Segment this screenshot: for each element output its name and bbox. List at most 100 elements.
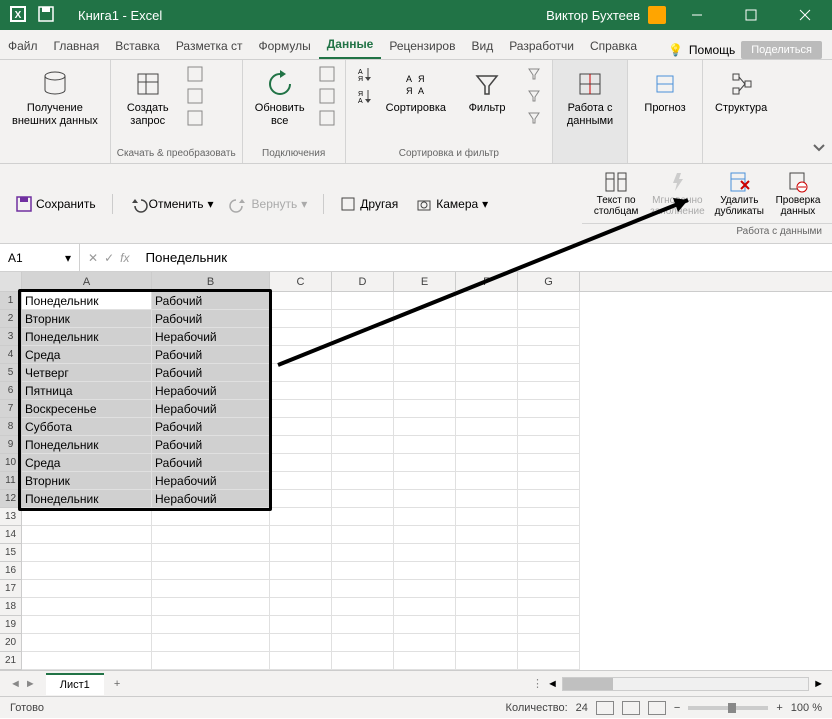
cell-F18[interactable] [456, 598, 518, 616]
cell-B17[interactable] [152, 580, 270, 598]
cell-D14[interactable] [332, 526, 394, 544]
tab-home[interactable]: Главная [46, 33, 108, 59]
cell-C12[interactable] [270, 490, 332, 508]
cell-E8[interactable] [394, 418, 456, 436]
cell-G9[interactable] [518, 436, 580, 454]
cancel-formula-icon[interactable]: ✕ [88, 251, 98, 265]
cell-G7[interactable] [518, 400, 580, 418]
share-button[interactable]: Поделиться [741, 41, 822, 59]
cell-D20[interactable] [332, 634, 394, 652]
cell-G5[interactable] [518, 364, 580, 382]
cell-F1[interactable] [456, 292, 518, 310]
cell-B7[interactable]: Нерабочий [152, 400, 270, 418]
text-to-columns-button[interactable]: Текст по столбцам [588, 168, 644, 219]
flash-fill-button[interactable]: Мгновенно заполнение [646, 168, 709, 219]
row-header-20[interactable]: 20 [0, 634, 22, 652]
cell-E15[interactable] [394, 544, 456, 562]
cell-E10[interactable] [394, 454, 456, 472]
cell-G16[interactable] [518, 562, 580, 580]
undo-button[interactable]: Отменить▾ [123, 193, 220, 215]
row-header-1[interactable]: 1 [0, 292, 22, 310]
cell-G12[interactable] [518, 490, 580, 508]
cell-G21[interactable] [518, 652, 580, 670]
col-header-D[interactable]: D [332, 272, 394, 291]
confirm-formula-icon[interactable]: ✓ [104, 251, 114, 265]
cell-A3[interactable]: Понедельник [22, 328, 152, 346]
filter-advanced[interactable] [522, 108, 546, 128]
cell-F16[interactable] [456, 562, 518, 580]
sort-desc-button[interactable]: ЯА [352, 86, 376, 106]
cell-C6[interactable] [270, 382, 332, 400]
cell-G4[interactable] [518, 346, 580, 364]
cell-F2[interactable] [456, 310, 518, 328]
cell-G11[interactable] [518, 472, 580, 490]
cell-E14[interactable] [394, 526, 456, 544]
sheet-prev-icon[interactable]: ◄ [10, 678, 21, 690]
col-header-C[interactable]: C [270, 272, 332, 291]
small-btn-1[interactable] [183, 64, 207, 84]
cell-E12[interactable] [394, 490, 456, 508]
cell-C9[interactable] [270, 436, 332, 454]
cell-D1[interactable] [332, 292, 394, 310]
create-query-button[interactable]: Создать запрос [117, 64, 179, 132]
cell-A13[interactable] [22, 508, 152, 526]
cell-D10[interactable] [332, 454, 394, 472]
remove-duplicates-button[interactable]: Удалить дубликаты [711, 168, 768, 219]
col-header-G[interactable]: G [518, 272, 580, 291]
cell-C2[interactable] [270, 310, 332, 328]
row-header-9[interactable]: 9 [0, 436, 22, 454]
cell-C10[interactable] [270, 454, 332, 472]
row-header-13[interactable]: 13 [0, 508, 22, 526]
cell-C21[interactable] [270, 652, 332, 670]
cell-C20[interactable] [270, 634, 332, 652]
row-header-15[interactable]: 15 [0, 544, 22, 562]
tab-review[interactable]: Рецензиров [381, 33, 463, 59]
close-button[interactable] [782, 0, 828, 30]
data-tools-button[interactable]: Работа с данными [559, 64, 621, 132]
cell-C1[interactable] [270, 292, 332, 310]
view-break[interactable] [648, 701, 666, 715]
row-header-5[interactable]: 5 [0, 364, 22, 382]
cell-A1[interactable]: Понедельник [22, 292, 152, 310]
row-header-10[interactable]: 10 [0, 454, 22, 472]
cell-A15[interactable] [22, 544, 152, 562]
cell-G1[interactable] [518, 292, 580, 310]
fx-icon[interactable]: fx [120, 251, 129, 265]
cell-G20[interactable] [518, 634, 580, 652]
other-button[interactable]: Другая [334, 193, 404, 215]
cell-B15[interactable] [152, 544, 270, 562]
cell-B13[interactable] [152, 508, 270, 526]
row-header-8[interactable]: 8 [0, 418, 22, 436]
cell-F4[interactable] [456, 346, 518, 364]
cell-E3[interactable] [394, 328, 456, 346]
cell-C14[interactable] [270, 526, 332, 544]
cell-D3[interactable] [332, 328, 394, 346]
filter-clear[interactable] [522, 64, 546, 84]
tab-developer[interactable]: Разработчи [501, 33, 582, 59]
cell-C13[interactable] [270, 508, 332, 526]
cell-G14[interactable] [518, 526, 580, 544]
cell-C17[interactable] [270, 580, 332, 598]
cell-C8[interactable] [270, 418, 332, 436]
cell-B14[interactable] [152, 526, 270, 544]
cell-B10[interactable]: Рабочий [152, 454, 270, 472]
refresh-all-button[interactable]: Обновить все [249, 64, 311, 132]
cell-D21[interactable] [332, 652, 394, 670]
ribbon-collapse-button[interactable] [812, 140, 826, 159]
row-header-18[interactable]: 18 [0, 598, 22, 616]
row-header-2[interactable]: 2 [0, 310, 22, 328]
zoom-slider[interactable] [688, 706, 768, 710]
tab-formulas[interactable]: Формулы [251, 33, 319, 59]
zoom-out[interactable]: − [674, 702, 680, 714]
help-link[interactable]: Помощь [689, 43, 735, 57]
row-header-21[interactable]: 21 [0, 652, 22, 670]
col-header-B[interactable]: B [152, 272, 270, 291]
redo-button[interactable]: Вернуть▾ [226, 193, 314, 215]
get-external-data-button[interactable]: Получение внешних данных [6, 64, 104, 132]
cell-F8[interactable] [456, 418, 518, 436]
cell-G8[interactable] [518, 418, 580, 436]
formula-input[interactable] [137, 244, 832, 271]
cell-E19[interactable] [394, 616, 456, 634]
cell-D13[interactable] [332, 508, 394, 526]
cell-G15[interactable] [518, 544, 580, 562]
